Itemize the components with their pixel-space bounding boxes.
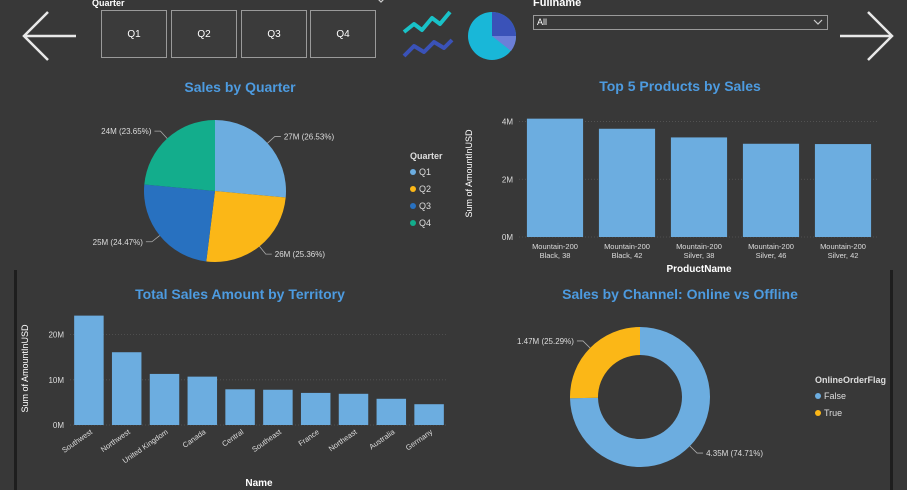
y-tick-label: 10M xyxy=(48,376,64,385)
sales-by-quarter-chart: 27M (26.53%) 26M (25.36%) 25M (24.47%) 24M … xyxy=(93,120,443,262)
y-tick-label: 2M xyxy=(502,175,513,184)
fullname-slicer-title: Fullname xyxy=(533,0,582,9)
legend-marker xyxy=(410,169,416,175)
legend-title: Quarter xyxy=(410,151,443,161)
pie-data-label: 24M (23.65%) xyxy=(101,127,152,136)
x-tick-label: Silver, 46 xyxy=(756,251,787,260)
bar xyxy=(111,352,142,425)
chevron-down-icon[interactable] xyxy=(813,18,823,27)
x-tick-label: Central xyxy=(220,427,245,448)
y-axis-label: Sum of AmountInUSD xyxy=(20,324,30,413)
pie-leader-line xyxy=(689,445,704,454)
y-tick-label: 0M xyxy=(502,233,513,242)
pie-data-label: 4.35M (74.71%) xyxy=(706,449,763,458)
y-axis-label: Sum of AmountInUSD xyxy=(464,129,474,218)
x-tick-label: Mountain-200 xyxy=(820,242,866,251)
legend-label: Q4 xyxy=(419,218,431,228)
x-tick-label: Australia xyxy=(367,427,397,452)
x-tick-label: Silver, 42 xyxy=(828,251,859,260)
x-axis-label: ProductName xyxy=(666,264,731,275)
y-tick-label: 4M xyxy=(502,118,513,127)
bar xyxy=(376,398,407,425)
pie-leader-line xyxy=(576,340,591,349)
pie-leader-line xyxy=(145,235,160,243)
bar xyxy=(74,315,104,425)
bar xyxy=(300,392,331,425)
pie-leader-line xyxy=(259,246,272,255)
bar xyxy=(338,393,369,425)
legend-marker xyxy=(410,220,416,226)
sales-by-territory-chart: 0M10M20MSouthwest NorthwestUnited Kingdom… xyxy=(20,315,448,489)
x-tick-label: Canada xyxy=(181,427,208,450)
x-tick-label: Black, 38 xyxy=(540,251,571,260)
bar xyxy=(598,128,656,237)
x-tick-label: Black, 42 xyxy=(612,251,643,260)
chart-title-top5-products: Top 5 Products by Sales xyxy=(599,78,761,94)
bar xyxy=(225,389,255,425)
x-tick-label: Mountain-200 xyxy=(604,242,650,251)
x-tick-label: Mountain-200 xyxy=(676,242,722,251)
pie-chart-icon xyxy=(468,12,517,60)
legend-marker xyxy=(815,393,821,399)
x-tick-label: Northwest xyxy=(99,427,133,454)
pie-data-label: 26M (25.36%) xyxy=(275,250,326,259)
x-tick-label: Silver, 38 xyxy=(684,251,715,260)
bar xyxy=(814,144,872,237)
fullname-dropdown-value: All xyxy=(537,17,548,27)
bar xyxy=(526,118,584,237)
pie-slice-q4 xyxy=(144,120,215,191)
legend-label: Q2 xyxy=(419,184,431,194)
bar xyxy=(263,389,293,425)
x-tick-label: Mountain-200 xyxy=(532,242,578,251)
legend-label: False xyxy=(824,391,846,401)
x-tick-label: Southwest xyxy=(60,427,95,455)
legend-label: Q1 xyxy=(419,167,431,177)
legend-label: True xyxy=(824,408,842,418)
pie-leader-line xyxy=(267,136,281,144)
legend-marker xyxy=(410,186,416,192)
pie-data-label: 27M (26.53%) xyxy=(284,132,335,141)
x-tick-label: Southeast xyxy=(250,427,284,454)
bar xyxy=(742,143,800,237)
sales-by-channel-chart: 4.35M (74.71%) 1.47M (25.29%) OnlineOrderF… xyxy=(517,327,886,467)
top5-products-chart: 0M2M4MMountain-200Black, 38Mountain-200B… xyxy=(464,118,879,275)
bar xyxy=(414,404,444,425)
pie-data-label: 1.47M (25.29%) xyxy=(517,337,574,346)
x-axis-label: Name xyxy=(245,478,273,489)
forward-arrow-icon[interactable] xyxy=(838,6,898,66)
bar xyxy=(670,137,728,237)
pie-slice-q3 xyxy=(143,184,215,262)
x-tick-label: France xyxy=(297,427,321,448)
bar xyxy=(149,373,180,425)
x-tick-label: Mountain-200 xyxy=(748,242,794,251)
y-tick-label: 20M xyxy=(48,331,64,340)
legend-title: OnlineOrderFlag xyxy=(815,375,886,385)
legend-label: Q3 xyxy=(419,201,431,211)
legend-marker xyxy=(815,410,821,416)
fullname-dropdown[interactable]: All xyxy=(533,15,828,30)
pie-slice-q1 xyxy=(215,120,286,198)
y-tick-label: 0M xyxy=(53,421,64,430)
x-tick-label: Germany xyxy=(404,427,435,452)
pie-data-label: 25M (24.47%) xyxy=(93,238,144,247)
legend-marker xyxy=(410,203,416,209)
pie-slice-true xyxy=(570,327,640,399)
x-tick-label: Northeast xyxy=(327,427,360,454)
pie-leader-line xyxy=(154,130,168,139)
bar xyxy=(187,376,218,425)
